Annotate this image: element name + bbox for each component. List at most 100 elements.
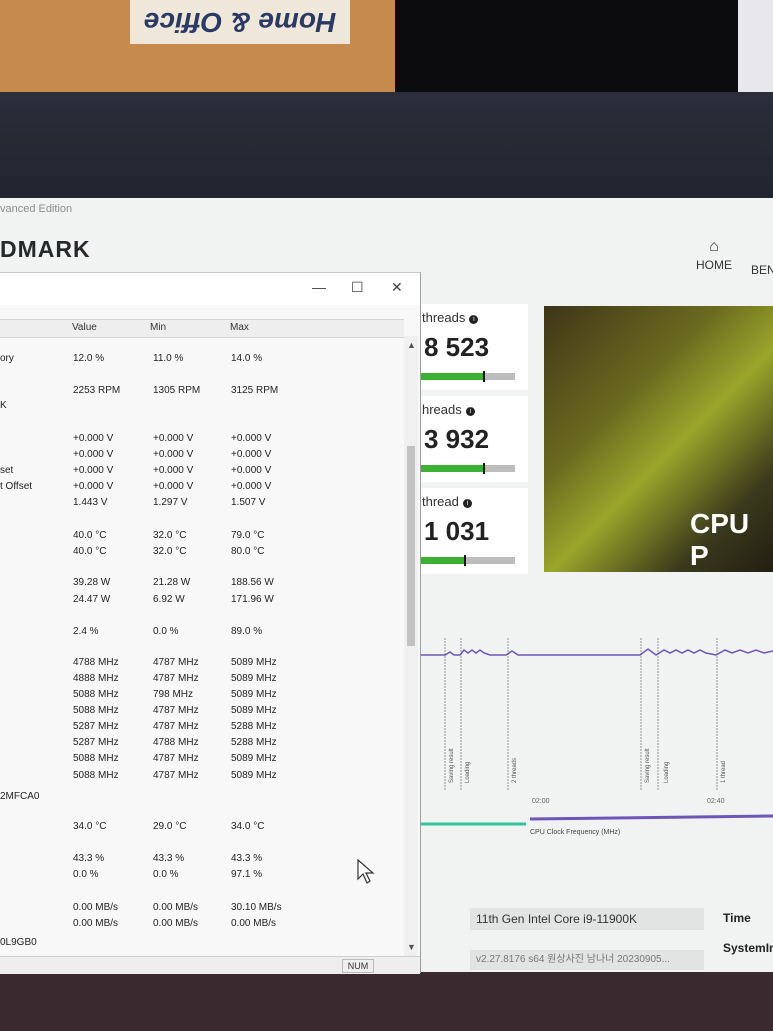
systeminfo-label[interactable]: SystemIn	[723, 941, 773, 955]
sensor-row[interactable]: 0L9GB0	[0, 936, 404, 952]
sensor-window: — ☐ ✕ Value Min Max ory 12.0 % 11.0 % 14.0 …	[0, 272, 421, 974]
score-bar-fill	[420, 373, 484, 380]
sensor-row[interactable]: 24.47 W 6.92 W 171.96 W	[0, 593, 404, 609]
info-icon[interactable]: i	[462, 499, 472, 508]
sensor-row[interactable]: 4888 MHz 4787 MHz 5089 MHz	[0, 672, 404, 688]
box-label: Home & Office	[130, 0, 350, 44]
sensor-value: 0.0 %	[73, 869, 99, 880]
sensor-row[interactable]: 40.0 °C 32.0 °C 80.0 °C	[0, 545, 404, 561]
sensor-value: 5088 MHz	[73, 770, 119, 781]
marker-label: Loading	[465, 762, 471, 783]
sensor-row[interactable]: ory 12.0 % 11.0 % 14.0 %	[0, 352, 404, 368]
sensor-row[interactable]: 1.443 V 1.297 V 1.507 V	[0, 496, 404, 512]
cpu-profile-banner[interactable]: CPU P	[544, 306, 773, 572]
mouse-cursor-icon	[357, 859, 375, 884]
timeline-chart: Saving result Loading 2 threads Saving r…	[420, 638, 773, 836]
sensor-value: 5088 MHz	[73, 689, 119, 700]
sensor-row[interactable]: 5088 MHz 798 MHz 5089 MHz	[0, 688, 404, 704]
sensor-value: 2.4 %	[73, 626, 99, 637]
minimize-button[interactable]: —	[312, 279, 326, 295]
banner-title: CPU P	[690, 508, 750, 571]
vertical-scrollbar[interactable]: ▲ ▼	[404, 336, 418, 956]
sensor-max: +0.000 V	[231, 481, 272, 492]
maximize-button[interactable]: ☐	[351, 279, 364, 296]
sensor-max: 0.00 MB/s	[231, 918, 277, 929]
sensor-min: 798 MHz	[153, 689, 194, 700]
sensor-min: 1305 RPM	[153, 385, 201, 396]
desk-surface	[0, 972, 773, 1031]
info-icon[interactable]: i	[469, 315, 479, 324]
scroll-thumb[interactable]	[407, 446, 415, 646]
column-value[interactable]: Value	[72, 322, 97, 333]
marker-label: Saving result	[449, 748, 455, 783]
sensor-row[interactable]: t Offset +0.000 V +0.000 V +0.000 V	[0, 480, 404, 496]
sensor-row[interactable]: +0.000 V +0.000 V +0.000 V	[0, 448, 404, 464]
sensor-max: +0.000 V	[231, 465, 272, 476]
sensor-row[interactable]: 5088 MHz 4787 MHz 5089 MHz	[0, 769, 404, 785]
app-logo: DMARK	[0, 236, 91, 262]
legend-label: CPU Clock Frequency (MHz)	[530, 829, 620, 836]
sensor-max: 188.56 W	[231, 577, 274, 588]
sensor-row[interactable]: 5287 MHz 4788 MHz 5288 MHz	[0, 736, 404, 752]
sensor-row[interactable]: 0.0 % 0.0 % 97.1 %	[0, 868, 404, 884]
sensor-row[interactable]: 40.0 °C 32.0 °C 79.0 °C	[0, 529, 404, 545]
sensor-row[interactable]: K	[0, 399, 404, 415]
sensor-min: 21.28 W	[153, 577, 191, 588]
sensor-name: 0L9GB0	[0, 937, 37, 948]
sensor-row[interactable]: 34.0 °C 29.0 °C 34.0 °C	[0, 820, 404, 836]
column-header: Value Min Max	[0, 319, 404, 338]
sensor-max: 5089 MHz	[231, 770, 277, 781]
sensor-row[interactable]: 39.28 W 21.28 W 188.56 W	[0, 576, 404, 592]
sensor-row[interactable]: 5088 MHz 4787 MHz 5089 MHz	[0, 704, 404, 720]
info-icon[interactable]: i	[465, 407, 475, 416]
score-value: 3 932	[424, 424, 490, 454]
sensor-row[interactable]: 2MFCA0	[0, 790, 404, 806]
column-max[interactable]: Max	[230, 322, 249, 333]
scroll-down-icon[interactable]: ▼	[407, 942, 416, 952]
sensor-row[interactable]: +0.000 V +0.000 V +0.000 V	[0, 432, 404, 448]
nav-home[interactable]: ⌂ HOME	[692, 238, 736, 274]
sensor-row[interactable]: 4788 MHz 4787 MHz 5089 MHz	[0, 656, 404, 672]
score-card: thread i 1 031	[420, 488, 528, 574]
time-tick: 02:00	[532, 798, 550, 805]
nav-home-label: HOME	[696, 258, 732, 272]
column-min[interactable]: Min	[150, 322, 166, 333]
score-bar-fill	[420, 557, 465, 564]
sensor-max: 14.0 %	[231, 353, 263, 364]
sensor-max: 43.3 %	[231, 853, 263, 864]
sensor-row[interactable]: 5287 MHz 4787 MHz 5288 MHz	[0, 720, 404, 736]
sensor-name: set	[0, 465, 14, 476]
nav-benchmarks[interactable]: BEN	[751, 263, 773, 277]
sensor-min: 4787 MHz	[153, 753, 199, 764]
sensor-row[interactable]: 0.00 MB/s 0.00 MB/s 30.10 MB/s	[0, 901, 404, 917]
sensor-value: 0.00 MB/s	[73, 918, 119, 929]
sensor-min: 0.00 MB/s	[153, 902, 199, 913]
sensor-value: +0.000 V	[73, 481, 114, 492]
scroll-up-icon[interactable]: ▲	[407, 340, 416, 350]
sensor-min: 0.0 %	[153, 626, 179, 637]
sensor-row[interactable]: 2253 RPM 1305 RPM 3125 RPM	[0, 384, 404, 400]
sensor-row[interactable]: 43.3 % 43.3 % 43.3 %	[0, 852, 404, 868]
sensor-max: 5089 MHz	[231, 689, 277, 700]
score-bar-marker	[464, 555, 466, 566]
sensor-row[interactable]: 2.4 % 0.0 % 89.0 %	[0, 625, 404, 641]
sensor-row[interactable]: 5088 MHz 4787 MHz 5089 MHz	[0, 752, 404, 768]
sensor-value: 12.0 %	[73, 353, 105, 364]
sensor-max: 3125 RPM	[231, 385, 279, 396]
score-bar-marker	[483, 463, 485, 474]
sensor-min: 4788 MHz	[153, 737, 199, 748]
sensor-row[interactable]: set +0.000 V +0.000 V +0.000 V	[0, 464, 404, 480]
sensor-value: 4788 MHz	[73, 657, 119, 668]
sensor-name: ory	[0, 353, 14, 364]
time-tick: 02:40	[707, 798, 725, 805]
sensor-min: 32.0 °C	[153, 530, 187, 541]
sensor-row[interactable]: 0.00 MB/s 0.00 MB/s 0.00 MB/s	[0, 917, 404, 933]
sensor-max: 5089 MHz	[231, 705, 277, 716]
sensor-min: 4787 MHz	[153, 705, 199, 716]
score-bar	[420, 371, 515, 382]
sensor-min: 0.00 MB/s	[153, 918, 199, 929]
close-button[interactable]: ✕	[391, 279, 403, 296]
sensor-min: 43.3 %	[153, 853, 185, 864]
score-bar-fill	[420, 465, 484, 472]
score-bar-marker	[483, 371, 485, 382]
